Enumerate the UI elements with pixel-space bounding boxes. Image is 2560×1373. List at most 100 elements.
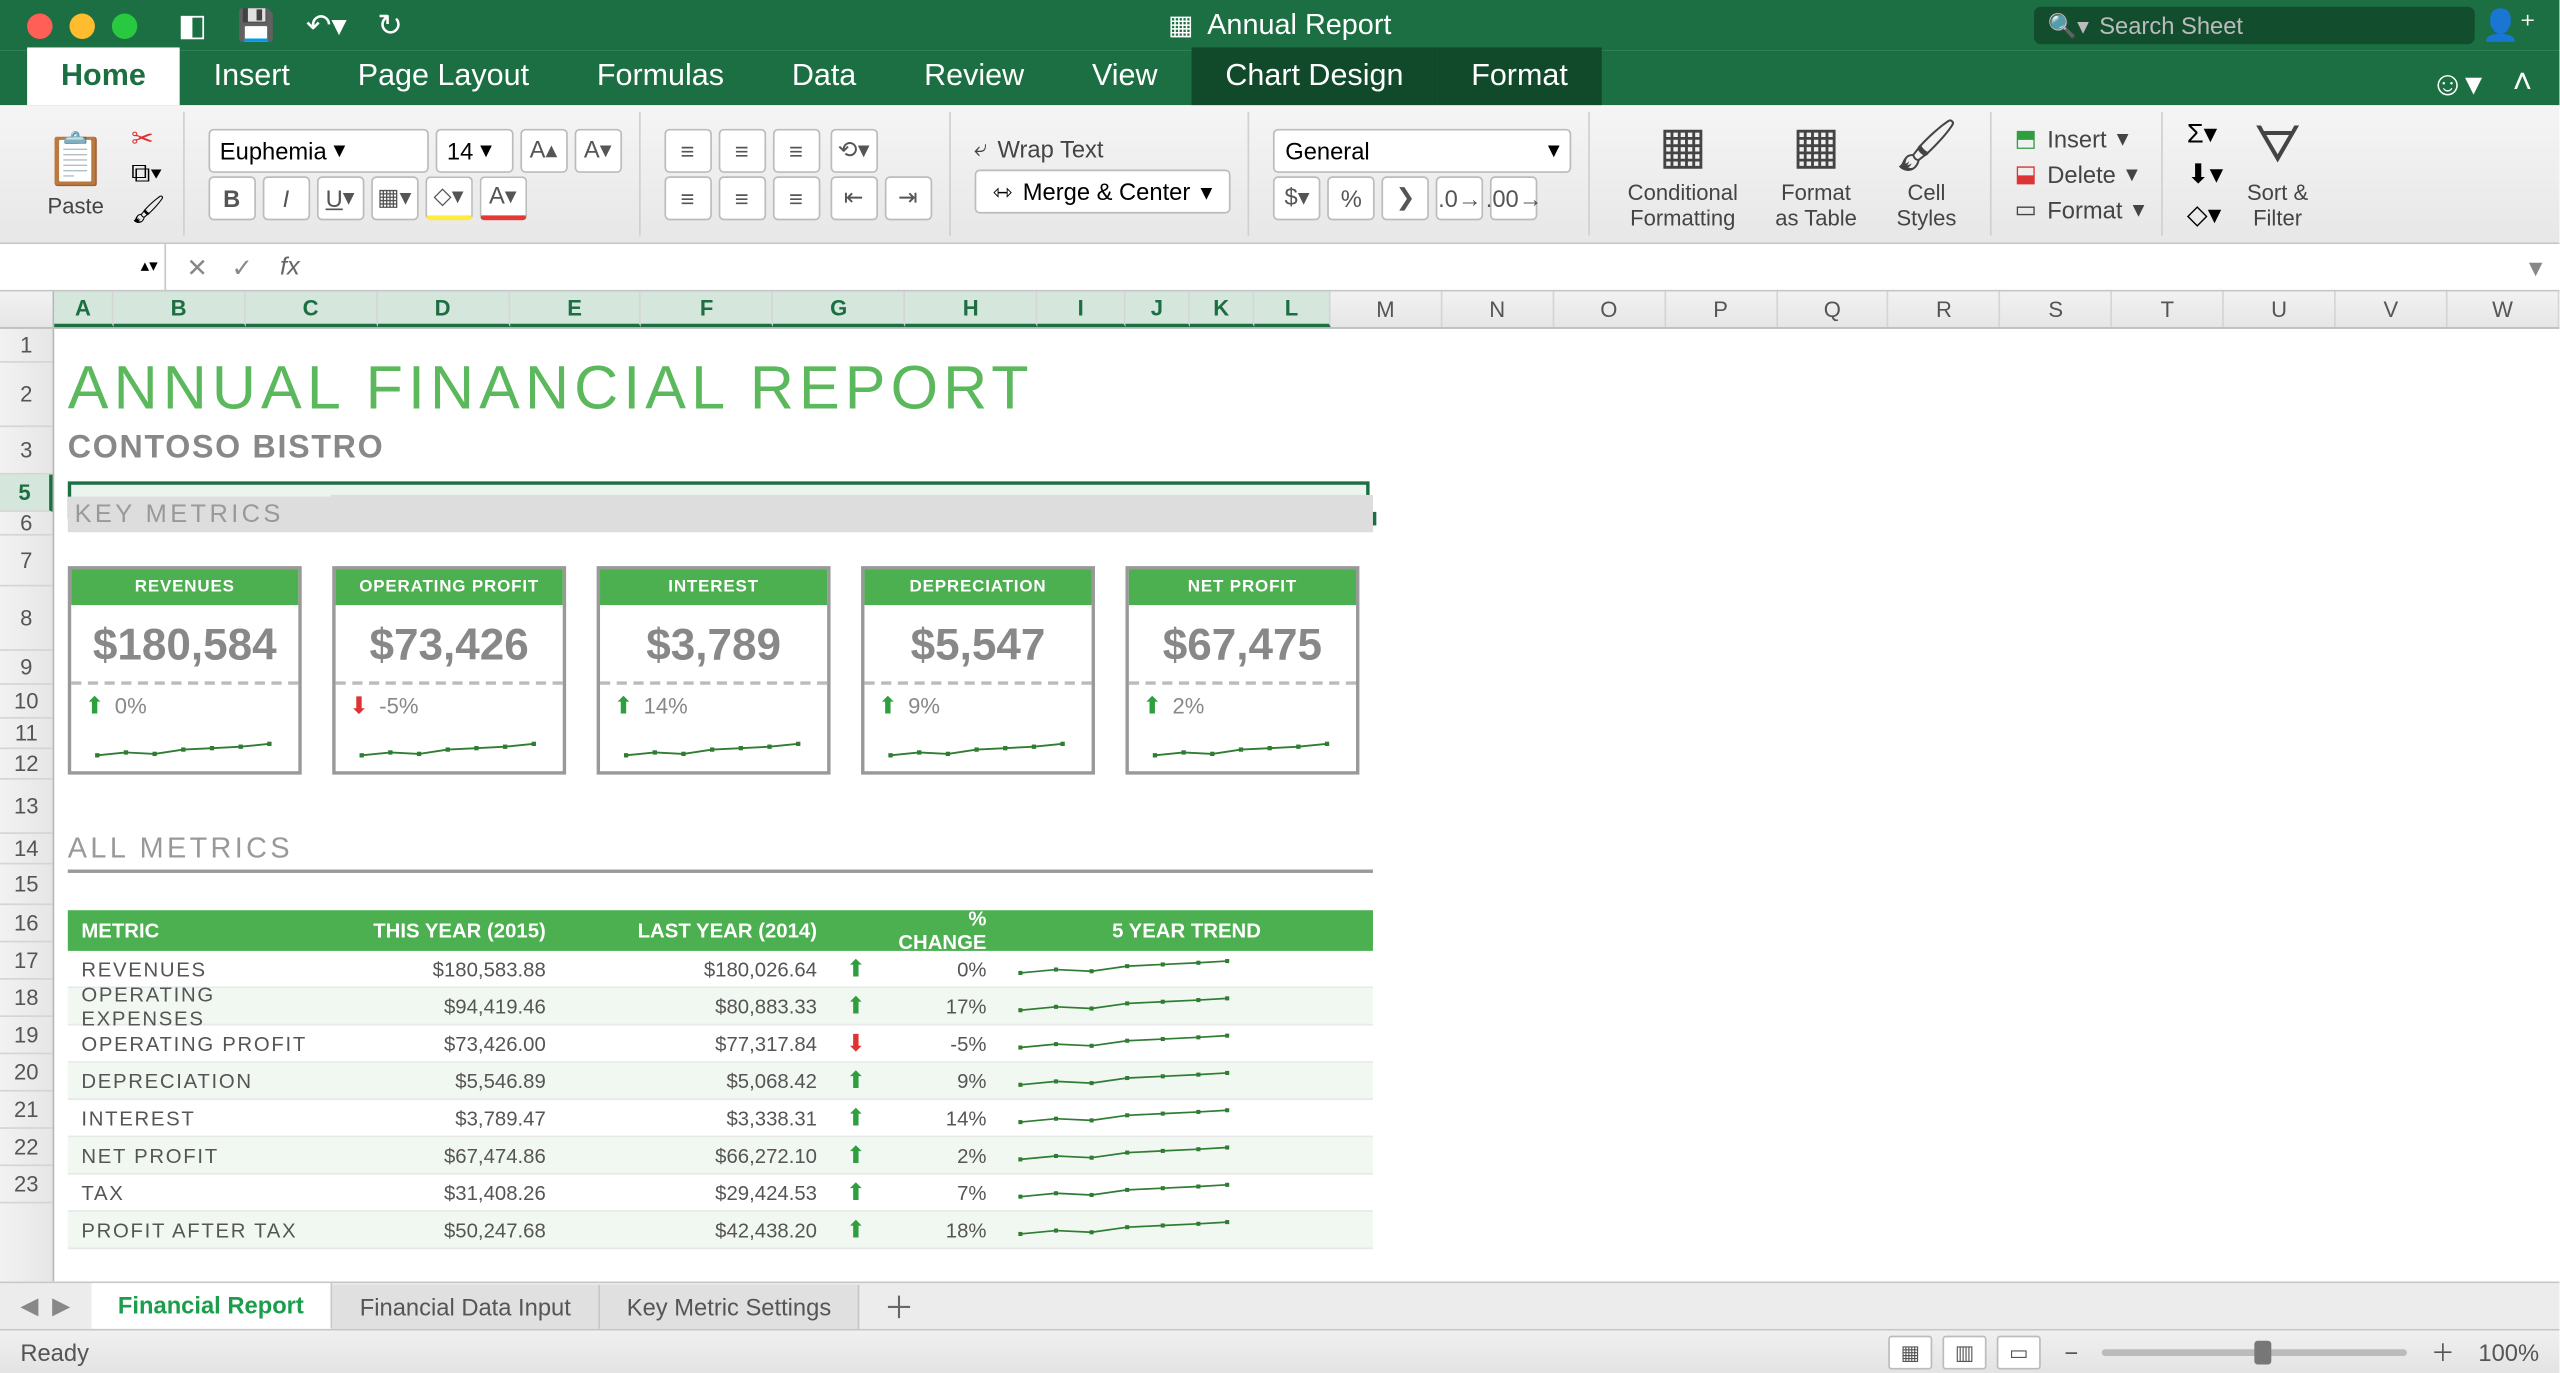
percent-icon[interactable]: % [1328,175,1375,219]
tab-review[interactable]: Review [890,47,1058,105]
col-header-R[interactable]: R [1889,292,2001,328]
search-sheet-input[interactable]: 🔍▾ Search Sheet [2034,7,2475,44]
name-box[interactable]: ▴▾ [0,243,166,290]
font-size-select[interactable]: 14▾ [435,128,513,172]
tab-formulas[interactable]: Formulas [563,47,758,105]
col-header-M[interactable]: M [1330,292,1442,328]
paste-button[interactable]: 📋 Paste [31,130,121,218]
zoom-slider[interactable] [2102,1348,2407,1355]
delete-cells-button[interactable]: ⬓Delete▾ [2015,159,2145,188]
row-header-21[interactable]: 21 [0,1092,53,1129]
format-as-table-button[interactable]: ▦Format as Table [1762,117,1871,231]
italic-button[interactable]: I [262,175,309,219]
insert-cells-button[interactable]: ⬒Insert▾ [2015,124,2145,153]
row-header-1[interactable]: 1 [0,329,53,363]
sort-filter-button[interactable]: ᗊSort & Filter [2233,118,2321,230]
format-cells-button[interactable]: ▭Format▾ [2015,195,2145,224]
tab-data[interactable]: Data [758,47,890,105]
decrease-font-icon[interactable]: A▾ [574,128,621,172]
col-header-V[interactable]: V [2336,292,2448,328]
row-header-15[interactable]: 15 [0,864,53,905]
col-header-J[interactable]: J [1126,292,1190,328]
cell-styles-button[interactable]: 🖌Cell Styles [1881,117,1973,231]
cut-icon[interactable]: ✂ [131,121,165,155]
view-page-break-icon[interactable]: ▭ [1997,1335,2041,1369]
table-row[interactable]: PROFIT AFTER TAX$50,247.68$42,438.20⬆18% [68,1212,1373,1249]
zoom-in-icon[interactable]: ＋ [2431,1335,2455,1369]
increase-font-icon[interactable]: A▴ [520,128,567,172]
row-header-20[interactable]: 20 [0,1054,53,1091]
table-row[interactable]: OPERATING PROFIT$73,426.00$77,317.84⬇-5% [68,1025,1373,1062]
view-page-layout-icon[interactable]: ▥ [1942,1335,1986,1369]
col-header-I[interactable]: I [1038,292,1126,328]
col-header-G[interactable]: G [774,292,906,328]
col-header-H[interactable]: H [906,292,1038,328]
col-header-T[interactable]: T [2112,292,2224,328]
col-header-L[interactable]: L [1254,292,1330,328]
feedback-icon[interactable]: ☺▾ [2430,63,2482,105]
row-header-11[interactable]: 11 [0,719,53,750]
tab-home[interactable]: Home [27,47,180,105]
add-sheet-button[interactable]: ＋ [860,1284,938,1328]
col-header-O[interactable]: O [1554,292,1666,328]
wrap-text-button[interactable]: ⤶Wrap Text [974,134,1231,163]
col-header-W[interactable]: W [2448,292,2560,328]
fill-color-button[interactable]: ◇▾ [425,175,472,219]
zoom-out-icon[interactable]: − [2065,1338,2079,1365]
increase-decimal-icon[interactable]: .0→ [1436,175,1483,219]
align-middle-icon[interactable]: ≡ [718,128,765,172]
row-header-6[interactable]: 6 [0,512,53,536]
col-header-N[interactable]: N [1442,292,1554,328]
row-header-5[interactable]: 5 [0,475,53,512]
col-header-S[interactable]: S [2001,292,2113,328]
autosum-icon[interactable]: Σ▾ [2187,116,2223,150]
border-button[interactable]: ▦▾ [371,175,418,219]
spreadsheet-grid[interactable]: ABCDEFGHIJKLMNOPQRSTUVW 1235678910111213… [0,292,2559,1282]
orientation-icon[interactable]: ⟲▾ [830,128,877,172]
conditional-formatting-button[interactable]: ▦Conditional Formatting [1614,117,1751,231]
col-header-C[interactable]: C [245,292,377,328]
table-row[interactable]: DEPRECIATION$5,546.89$5,068.42⬆9% [68,1063,1373,1100]
row-header-22[interactable]: 22 [0,1129,53,1166]
window-minimize-button[interactable] [69,13,94,38]
redo-icon[interactable]: ↻ [377,8,403,44]
tab-insert[interactable]: Insert [180,47,324,105]
align-bottom-icon[interactable]: ≡ [772,128,819,172]
row-header-3[interactable]: 3 [0,427,53,474]
save-icon[interactable]: 💾 [237,8,275,44]
row-header-17[interactable]: 17 [0,942,53,979]
col-header-Q[interactable]: Q [1777,292,1889,328]
row-header-18[interactable]: 18 [0,980,53,1017]
align-left-icon[interactable]: ≡ [664,175,711,219]
sheet-tab-financial-report[interactable]: Financial Report [91,1282,333,1329]
col-header-U[interactable]: U [2224,292,2336,328]
col-header-B[interactable]: B [113,292,245,328]
row-header-13[interactable]: 13 [0,780,53,834]
expand-formula-bar-icon[interactable]: ▾ [2512,250,2560,284]
fx-icon[interactable]: fx [280,252,300,283]
table-row[interactable]: NET PROFIT$67,474.86$66,272.10⬆2% [68,1137,1373,1174]
undo-icon[interactable]: ↶▾ [306,8,347,44]
row-header-8[interactable]: 8 [0,586,53,650]
decrease-decimal-icon[interactable]: .00→ [1490,175,1537,219]
bold-button[interactable]: B [208,175,255,219]
sheet-tab-key-metric-settings[interactable]: Key Metric Settings [600,1284,860,1328]
row-header-16[interactable]: 16 [0,905,53,942]
merge-center-button[interactable]: ⇿Merge & Center▾ [974,170,1231,214]
cancel-icon[interactable]: ✕ [186,252,207,283]
align-top-icon[interactable]: ≡ [664,128,711,172]
window-close-button[interactable] [27,13,52,38]
row-header-14[interactable]: 14 [0,834,53,865]
row-header-2[interactable]: 2 [0,363,53,427]
align-right-icon[interactable]: ≡ [772,175,819,219]
underline-button[interactable]: U▾ [316,175,363,219]
collapse-ribbon-icon[interactable]: ˄ [2513,64,2533,103]
window-zoom-button[interactable] [112,13,137,38]
col-header-A[interactable]: A [54,292,113,328]
view-normal-icon[interactable]: ▦ [1888,1335,1932,1369]
tab-page-layout[interactable]: Page Layout [324,47,563,105]
clear-icon[interactable]: ◇▾ [2187,197,2223,231]
row-header-23[interactable]: 23 [0,1166,53,1203]
enter-icon[interactable]: ✓ [231,252,252,283]
row-header-10[interactable]: 10 [0,685,53,719]
